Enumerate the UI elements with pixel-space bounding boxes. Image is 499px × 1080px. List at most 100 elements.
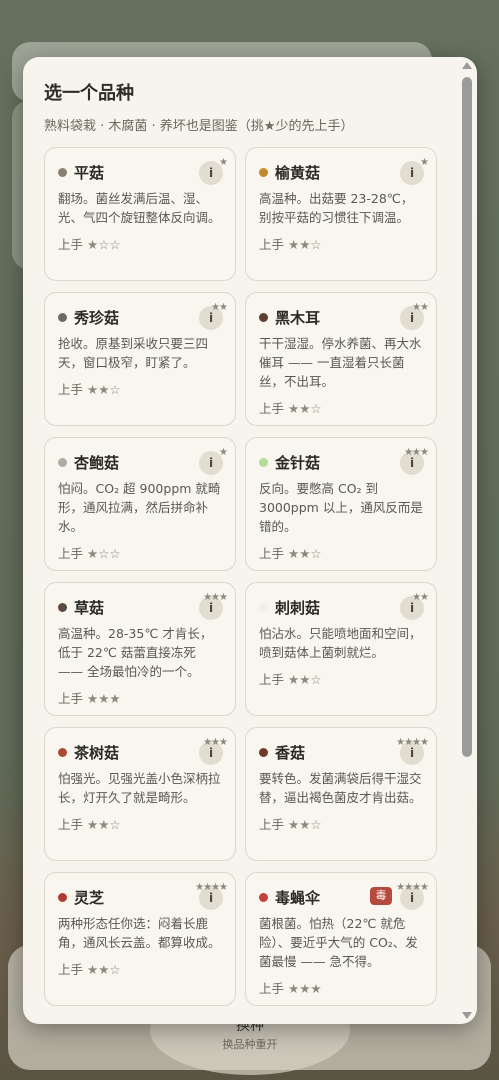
variety-card[interactable]: 金针菇 i ★★★ 反向。要憋高 CO₂ 到 3000ppm 以上，通风反而是错的。上… (245, 437, 437, 571)
level-label: 上手 (58, 691, 84, 706)
level-stars: ★☆☆ (87, 546, 121, 561)
difficulty-stars: ★ (420, 157, 429, 168)
variety-color-dot (259, 312, 268, 322)
variety-description: 抢收。原基到采收只要三四天，窗口极窄，盯紧了。 (58, 336, 209, 370)
difficulty-stars: ★★ (412, 302, 429, 313)
level-stars: ★★☆ (288, 817, 322, 832)
variety-description: 怕强光。见强光盖小色深柄拉长，灯开久了就是畸形。 (58, 771, 221, 805)
variety-card[interactable]: 刺刺菇 i ★★ 怕沾水。只能喷地面和空间，喷到菇体上菌刺就烂。 上手 ★★☆ (245, 582, 437, 716)
variety-name: 平菇 (74, 163, 105, 182)
level-stars: ★★☆ (87, 962, 121, 977)
difficulty-stars: ★★★★ (396, 737, 429, 748)
variety-name: 榆黄菇 (275, 163, 321, 182)
variety-level: 上手 ★★☆ (259, 543, 424, 562)
variety-name: 草菇 (74, 598, 105, 617)
variety-name: 杏鲍菇 (74, 453, 120, 472)
variety-name: 毒蝇伞 (275, 888, 321, 907)
scrollbar-thumb[interactable] (462, 77, 472, 757)
variety-level: 上手 ★☆☆ (58, 543, 223, 562)
level-label: 上手 (259, 237, 285, 252)
variety-name: 香菇 (275, 743, 306, 762)
variety-card[interactable]: 平菇 i ★ 翻场。菌丝发满后温、湿、光、气四个旋钮整体反向调。 上手 ★☆☆ (44, 147, 236, 281)
difficulty-stars: ★★ (211, 302, 228, 313)
level-stars: ★★☆ (87, 817, 121, 832)
difficulty-stars: ★ (219, 157, 228, 168)
difficulty-stars: ★ (219, 447, 228, 458)
variety-color-dot (58, 457, 67, 467)
variety-color-dot (259, 457, 268, 467)
variety-level: 上手 ★★☆ (259, 669, 424, 688)
toxic-badge: 毒 (370, 887, 392, 905)
variety-name: 秀珍菇 (74, 308, 120, 327)
variety-card[interactable]: 毒蝇伞 i ★★★★ 毒菌根菌。怕热（22℃ 就危险）、要近乎大气的 CO₂、发菌最慢… (245, 872, 437, 1006)
variety-name: 茶树菇 (74, 743, 120, 762)
variety-name: 金针菇 (275, 453, 321, 472)
variety-name: 刺刺菇 (275, 598, 321, 617)
variety-level: 上手 ★★☆ (58, 959, 223, 978)
modal-subtitle: 熟料袋栽 · 木腐菌 · 养坏也是图鉴（挑★少的先上手） (44, 119, 354, 134)
variety-name: 灵芝 (74, 888, 105, 907)
change-variety-sublabel: 换品种重开 (222, 1038, 278, 1051)
level-stars: ★★☆ (288, 546, 322, 561)
variety-card[interactable]: 茶树菇 i ★★★ 怕强光。见强光盖小色深柄拉长，灯开久了就是畸形。 上手 ★★☆ (44, 727, 236, 861)
variety-level: 上手 ★★☆ (259, 814, 424, 833)
level-label: 上手 (58, 817, 84, 832)
level-stars: ★★☆ (288, 672, 322, 687)
variety-description: 两种形态任你选：闷着长鹿角，通风长云盖。都算收成。 (58, 916, 221, 950)
level-label: 上手 (259, 981, 285, 996)
level-label: 上手 (58, 962, 84, 977)
scroll-up-arrow-icon[interactable] (462, 62, 472, 69)
variety-level: 上手 ★★☆ (259, 234, 424, 253)
variety-picker-modal: 选一个品种 熟料袋栽 · 木腐菌 · 养坏也是图鉴（挑★少的先上手） 平菇 i ★ 翻… (23, 57, 477, 1024)
variety-level: 上手 ★★☆ (259, 398, 424, 417)
difficulty-stars: ★★★ (404, 447, 429, 458)
variety-list-scroll[interactable]: 选一个品种 熟料袋栽 · 木腐菌 · 养坏也是图鉴（挑★少的先上手） 平菇 i ★ 翻… (23, 57, 463, 1024)
modal-title: 选一个品种 (44, 83, 134, 104)
variety-color-dot (58, 892, 67, 902)
level-label: 上手 (58, 546, 84, 561)
level-stars: ★★★ (288, 981, 322, 996)
scroll-down-arrow-icon[interactable] (462, 1012, 472, 1019)
difficulty-stars: ★★★★ (396, 882, 429, 893)
variety-description: 怕沾水。只能喷地面和空间，喷到菇体上菌刺就烂。 (259, 626, 422, 660)
level-stars: ★★☆ (288, 401, 322, 416)
variety-name: 黑木耳 (275, 308, 321, 327)
variety-grid: 平菇 i ★ 翻场。菌丝发满后温、湿、光、气四个旋钮整体反向调。 上手 ★☆☆ 榆黄菇 i ★ 高… (44, 147, 463, 1006)
level-stars: ★☆☆ (87, 237, 121, 252)
variety-color-dot (58, 747, 67, 757)
variety-level: 上手 ★★☆ (58, 379, 223, 398)
variety-color-dot (259, 747, 268, 757)
variety-color-dot (58, 602, 67, 612)
variety-description: 菌根菌。怕热（22℃ 就危险）、要近乎大气的 CO₂、发菌最慢 —— 急不得。 (259, 916, 418, 969)
variety-level: 上手 ★★☆ (58, 814, 223, 833)
variety-color-dot (259, 892, 268, 902)
variety-color-dot (259, 602, 268, 612)
scrollbar[interactable] (461, 57, 473, 1024)
difficulty-stars: ★★ (412, 592, 429, 603)
level-label: 上手 (259, 401, 285, 416)
variety-card[interactable]: 草菇 i ★★★ 高温种。28-35℃ 才肯长，低于 22℃ 菇蕾直接冻死 —— 全场… (44, 582, 236, 716)
variety-description: 反向。要憋高 CO₂ 到 3000ppm 以上，通风反而是错的。 (259, 481, 423, 534)
variety-card[interactable]: 香菇 i ★★★★ 要转色。发菌满袋后得干湿交替，逼出褐色菌皮才肯出菇。 上手 ★★☆ (245, 727, 437, 861)
variety-card[interactable]: 灵芝 i ★★★★ 两种形态任你选：闷着长鹿角，通风长云盖。都算收成。 上手 ★★☆ (44, 872, 236, 1006)
variety-card[interactable]: 秀珍菇 i ★★ 抢收。原基到采收只要三四天，窗口极窄，盯紧了。 上手 ★★☆ (44, 292, 236, 426)
variety-color-dot (58, 312, 67, 322)
level-stars: ★★★ (87, 691, 121, 706)
level-label: 上手 (58, 382, 84, 397)
variety-card[interactable]: 杏鲍菇 i ★ 怕闷。CO₂ 超 900ppm 就畸形，通风拉满，然后拼命补水。 上手 ★… (44, 437, 236, 571)
level-label: 上手 (259, 817, 285, 832)
level-label: 上手 (259, 672, 285, 687)
difficulty-stars: ★★★ (203, 737, 228, 748)
variety-description: 高温种。出菇要 23-28℃，别按平菇的习惯往下调温。 (259, 191, 414, 225)
variety-card[interactable]: 榆黄菇 i ★ 高温种。出菇要 23-28℃，别按平菇的习惯往下调温。 上手 ★★☆ (245, 147, 437, 281)
level-label: 上手 (58, 237, 84, 252)
variety-level: 上手 ★★★ (259, 978, 424, 997)
variety-description: 高温种。28-35℃ 才肯长，低于 22℃ 菇蕾直接冻死 —— 全场最怕冷的一个… (58, 626, 213, 679)
variety-description: 翻场。菌丝发满后温、湿、光、气四个旋钮整体反向调。 (58, 191, 221, 225)
variety-level: 上手 ★☆☆ (58, 234, 223, 253)
level-label: 上手 (259, 546, 285, 561)
variety-description: 要转色。发菌满袋后得干湿交替，逼出褐色菌皮才肯出菇。 (259, 771, 422, 805)
variety-level: 上手 ★★★ (58, 688, 223, 707)
variety-description: 怕闷。CO₂ 超 900ppm 就畸形，通风拉满，然后拼命补水。 (58, 481, 221, 534)
variety-card[interactable]: 黑木耳 i ★★ 干干湿湿。停水养菌、再大水催耳 —— 一直湿着只长菌丝，不出耳。 上手… (245, 292, 437, 426)
